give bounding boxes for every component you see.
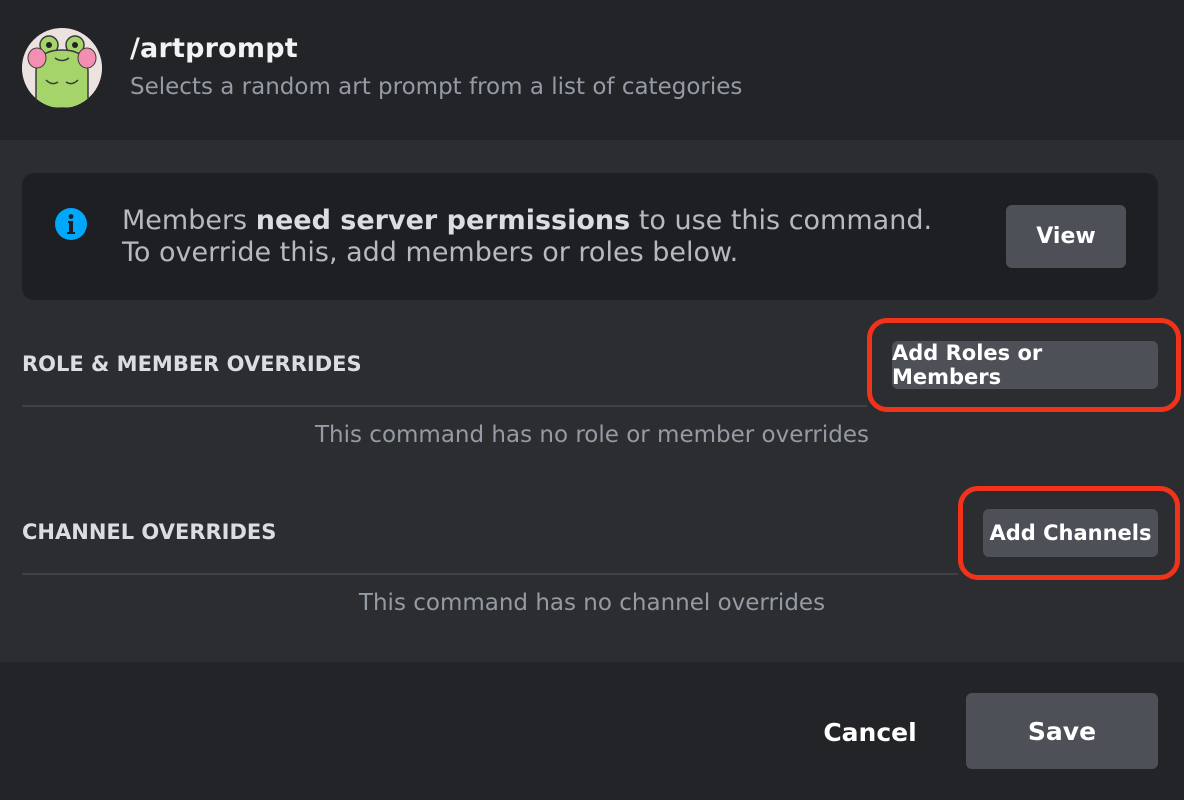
cancel-button[interactable]: Cancel [800,692,940,772]
info-icon [54,207,88,241]
frog-avatar-icon [22,28,102,108]
permissions-info-text: Members need server permissions to use t… [122,205,962,269]
highlight-annotation [958,486,1180,580]
permissions-info-box: Members need server permissions to use t… [22,173,1158,300]
command-description: Selects a random art prompt from a list … [130,74,743,100]
section-divider [22,405,867,407]
command-name: /artprompt [130,33,298,64]
save-button[interactable]: Save [966,693,1158,769]
section-divider [22,573,958,575]
role-member-empty-text: This command has no role or member overr… [315,422,869,448]
channel-empty-text: This command has no channel overrides [358,590,826,616]
info-text-bold: need server permissions [255,205,631,236]
command-header: /artprompt Selects a random art prompt f… [0,0,1184,140]
channel-overrides-title: CHANNEL OVERRIDES [22,520,277,544]
highlight-annotation [867,318,1181,412]
role-member-overrides-title: ROLE & MEMBER OVERRIDES [22,352,362,376]
modal-footer: Cancel Save [0,662,1184,800]
info-text-prefix: Members [122,205,256,236]
view-permissions-button[interactable]: View [1006,205,1126,268]
